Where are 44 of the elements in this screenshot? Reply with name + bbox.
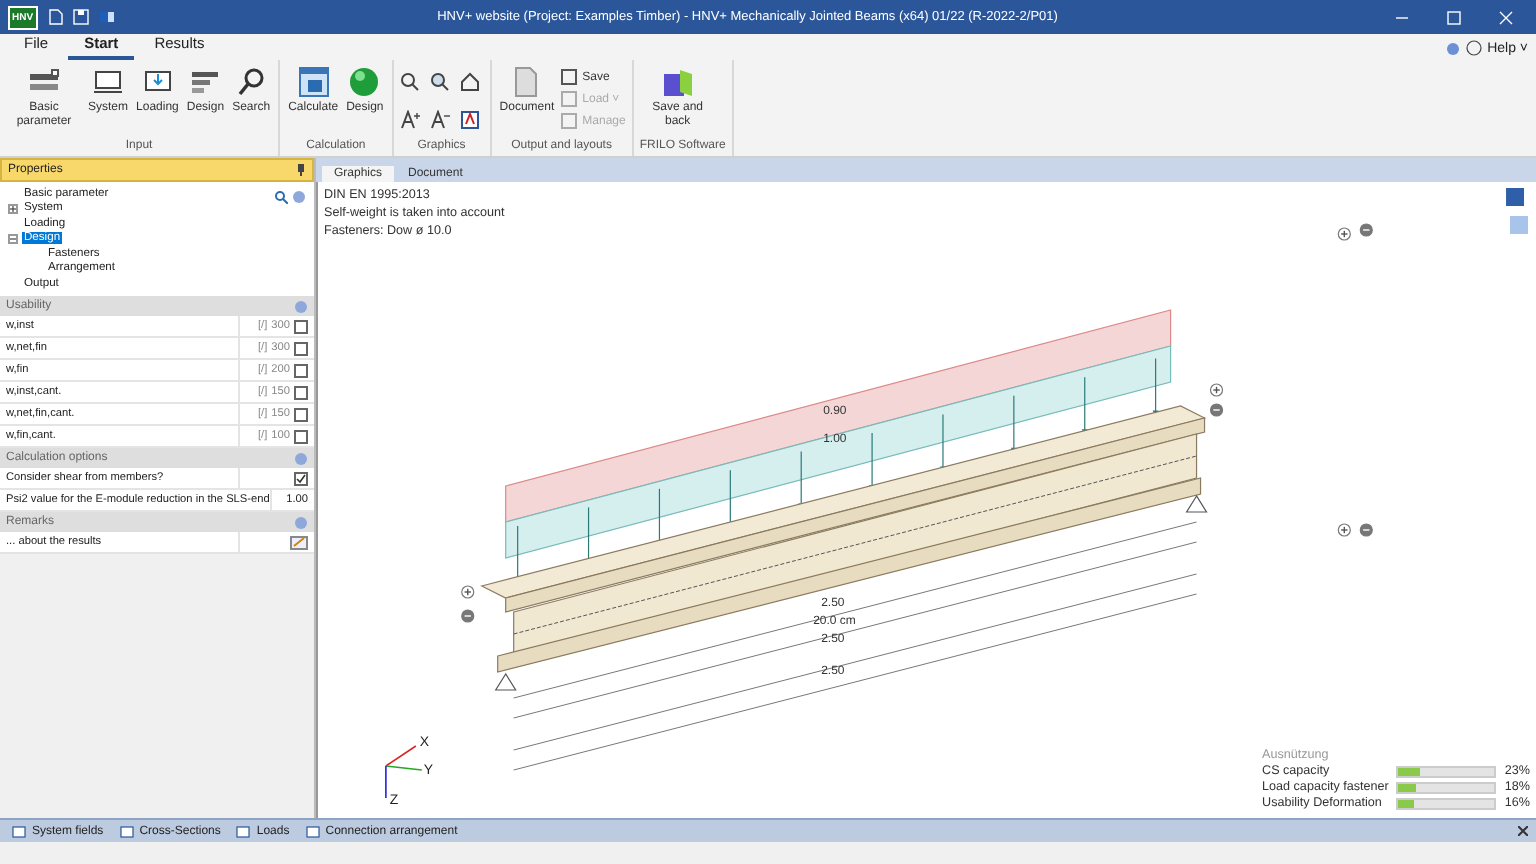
ball-icon — [348, 66, 381, 98]
view-cube-icon[interactable] — [1506, 188, 1528, 234]
checkbox[interactable] — [294, 385, 308, 399]
zoom-out-icon[interactable] — [1359, 223, 1373, 237]
home-icon[interactable] — [459, 72, 480, 92]
font-smaller-icon[interactable] — [429, 109, 450, 129]
monitor-icon — [92, 66, 124, 98]
doc-icon — [510, 66, 543, 98]
search-icon[interactable] — [274, 190, 288, 204]
new-file-icon[interactable] — [45, 8, 64, 26]
font-larger-icon[interactable] — [399, 109, 420, 129]
table-icon — [12, 825, 26, 837]
zoom-in-icon[interactable] — [429, 72, 450, 92]
zoom-in-icon[interactable] — [461, 585, 475, 599]
checkbox[interactable] — [294, 363, 308, 377]
zoom-in-icon[interactable] — [1209, 383, 1224, 397]
save-icon[interactable] — [71, 8, 90, 26]
zoom-out-icon[interactable] — [1209, 403, 1224, 417]
table-icon — [236, 825, 251, 837]
table-icon — [305, 825, 320, 837]
checkbox[interactable] — [294, 319, 308, 333]
utilization-bar — [1396, 782, 1497, 794]
zoom-in-icon[interactable] — [1337, 523, 1351, 537]
checkbox[interactable] — [294, 429, 308, 443]
bars-icon — [189, 66, 222, 98]
utilization-bar — [1396, 798, 1497, 810]
zoom-icon[interactable] — [399, 72, 420, 92]
checkbox[interactable] — [294, 407, 308, 421]
checkbox[interactable] — [294, 471, 308, 485]
zoom-in-icon[interactable] — [1337, 227, 1351, 241]
utilization-bar — [1396, 766, 1497, 778]
table-icon — [119, 825, 134, 837]
expand-toggle-icon[interactable] — [8, 203, 18, 214]
close-icon[interactable] — [1518, 826, 1528, 836]
edit-icon[interactable] — [290, 535, 308, 549]
pin-icon[interactable] — [296, 164, 306, 176]
expand-toggle-icon[interactable] — [8, 233, 18, 244]
help-icon[interactable] — [1465, 40, 1482, 56]
search-icon — [235, 66, 268, 98]
text-icon[interactable] — [459, 109, 480, 129]
zoom-out-icon[interactable] — [461, 609, 475, 623]
zoom-out-icon[interactable] — [1359, 523, 1373, 537]
checkbox[interactable] — [294, 341, 308, 355]
support-icon — [1185, 494, 1208, 513]
